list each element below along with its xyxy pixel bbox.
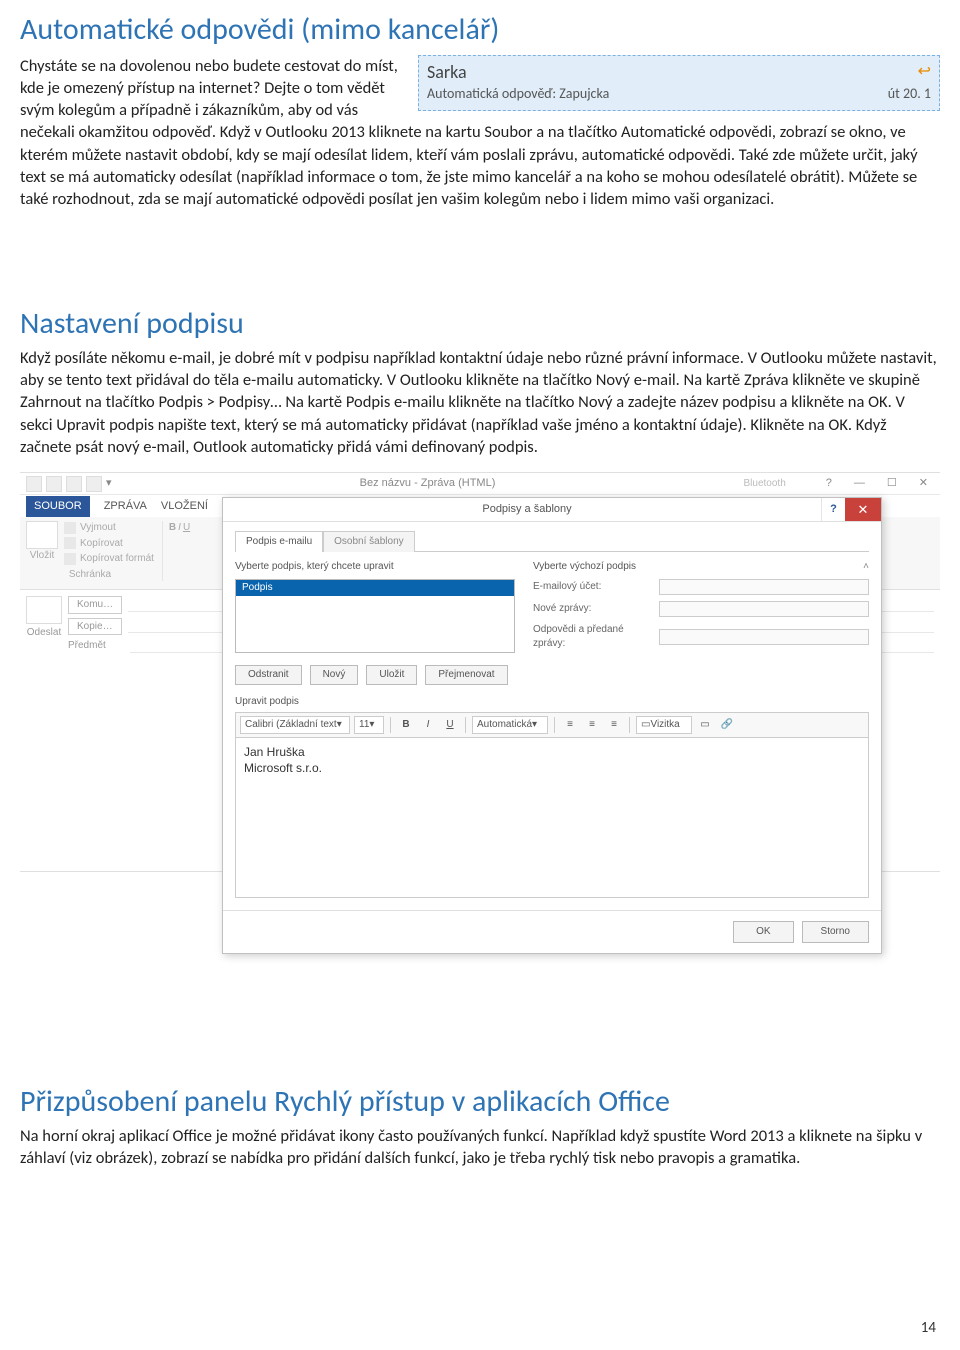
qat-icon[interactable] xyxy=(26,476,42,492)
replies-label: Odpovědi a předané zprávy: xyxy=(533,623,653,650)
dialog-title: Podpisy a šablony xyxy=(233,502,821,517)
qat-icon[interactable] xyxy=(86,476,102,492)
font-size-select[interactable]: 11 ▾ xyxy=(354,716,384,734)
business-card-button[interactable]: ▭ Vizitka xyxy=(636,716,692,734)
account-label: E-mailový účet: xyxy=(533,580,653,594)
link-icon[interactable]: 🔗 xyxy=(718,716,736,734)
align-center-icon[interactable]: ≡ xyxy=(583,716,601,734)
toast-date: út 20. 1 xyxy=(888,85,931,104)
to-button[interactable]: Komu… xyxy=(68,596,122,614)
signature-editor[interactable]: Jan Hruška Microsoft s.r.o. xyxy=(235,738,869,898)
color-select[interactable]: Automatická ▾ xyxy=(472,716,548,734)
copy-label: Kopírovat xyxy=(80,537,123,551)
delete-button[interactable]: Odstranit xyxy=(235,665,302,685)
tab-message[interactable]: ZPRÁVA xyxy=(104,499,147,514)
close-icon[interactable]: ✕ xyxy=(919,476,928,491)
image-icon[interactable]: ▭ xyxy=(696,716,714,734)
cut-label: Vyjmout xyxy=(80,521,116,535)
signature-listbox[interactable]: Podpis xyxy=(235,579,515,653)
chevron-up-icon[interactable]: ˄ xyxy=(863,560,869,574)
tab-file[interactable]: SOUBOR xyxy=(26,496,90,517)
section2-body: Když posíláte někomu e-mail, je dobré mí… xyxy=(20,347,940,458)
signature-line: Jan Hruška xyxy=(244,744,860,760)
replies-select[interactable] xyxy=(659,629,869,645)
editor-toolbar: Calibri (Základní text ▾ 11 ▾ B I U Auto… xyxy=(235,712,869,738)
notification-toast: Sarka ↩ Automatická odpověď: Zapujcka út… xyxy=(418,55,940,111)
help-icon[interactable]: ? xyxy=(826,476,832,491)
toast-sender: Sarka xyxy=(427,60,918,84)
save-button[interactable]: Uložit xyxy=(366,665,417,685)
signature-list-item[interactable]: Podpis xyxy=(236,580,514,596)
send-label: Odeslat xyxy=(27,626,61,640)
select-signature-label: Vyberte podpis, který chcete upravit xyxy=(235,560,515,574)
quick-access-toolbar: ▾ xyxy=(20,476,112,492)
heading-auto-replies: Automatické odpovědi (mimo kancelář) xyxy=(20,10,940,51)
cc-button[interactable]: Kopie… xyxy=(68,618,122,636)
copy-icon[interactable] xyxy=(64,537,76,549)
edit-signature-label: Upravit podpis xyxy=(235,695,869,709)
account-select[interactable] xyxy=(659,579,869,595)
paste-label: Vložit xyxy=(30,549,54,563)
rename-button[interactable]: Přejmenovat xyxy=(425,665,507,685)
heading-signature: Nastavení podpisu xyxy=(20,304,940,345)
font-select[interactable]: Calibri (Základní text ▾ xyxy=(240,716,350,734)
subject-label: Předmět xyxy=(68,639,124,653)
cancel-button[interactable]: Storno xyxy=(802,921,869,943)
bold-button[interactable]: B xyxy=(397,716,415,734)
align-left-icon[interactable]: ≡ xyxy=(561,716,579,734)
maximize-icon[interactable]: ☐ xyxy=(887,476,897,491)
reply-arrow-icon: ↩ xyxy=(918,61,931,83)
window-title: Bez názvu - Zpráva (HTML) xyxy=(112,476,744,491)
align-right-icon[interactable]: ≡ xyxy=(605,716,623,734)
tab-email-signature[interactable]: Podpis e-mailu xyxy=(235,531,323,552)
window-hint: Bluetooth xyxy=(744,477,786,491)
default-signature-label: Vyberte výchozí podpis xyxy=(533,560,863,574)
italic-button[interactable]: I xyxy=(178,521,181,535)
send-icon[interactable] xyxy=(26,596,62,624)
close-button[interactable]: ✕ xyxy=(845,498,881,521)
italic-button[interactable]: I xyxy=(419,716,437,734)
help-button[interactable]: ? xyxy=(821,498,845,521)
page-number: 14 xyxy=(921,1318,936,1338)
tab-insert[interactable]: VLOŽENÍ xyxy=(161,499,208,514)
qat-icon[interactable] xyxy=(66,476,82,492)
format-painter-label: Kopírovat formát xyxy=(80,552,154,566)
qat-icon[interactable] xyxy=(46,476,62,492)
signature-line: Microsoft s.r.o. xyxy=(244,760,860,776)
bold-button[interactable]: B xyxy=(169,521,176,535)
new-messages-select[interactable] xyxy=(659,601,869,617)
heading-qat: Přizpůsobení panelu Rychlý přístup v apl… xyxy=(20,1082,940,1123)
clipboard-group-label: Schránka xyxy=(26,568,154,582)
toast-subject: Automatická odpověď: Zapujcka xyxy=(427,85,888,104)
new-messages-label: Nové zprávy: xyxy=(533,602,653,616)
ok-button[interactable]: OK xyxy=(733,921,793,943)
format-painter-icon[interactable] xyxy=(64,553,76,565)
tab-personal-templates[interactable]: Osobní šablony xyxy=(323,531,415,552)
paste-icon[interactable] xyxy=(26,521,58,549)
signatures-dialog: Podpisy a šablony ? ✕ Podpis e-mailu Oso… xyxy=(222,497,882,954)
new-button[interactable]: Nový xyxy=(310,665,359,685)
cut-icon[interactable] xyxy=(64,522,76,534)
outlook-screenshot: ▾ Bez názvu - Zpráva (HTML) Bluetooth ? … xyxy=(20,472,940,872)
underline-button[interactable]: U xyxy=(441,716,459,734)
section3-body: Na horní okraj aplikací Office je možné … xyxy=(20,1125,940,1170)
minimize-icon[interactable]: — xyxy=(854,476,865,491)
underline-button[interactable]: U xyxy=(183,521,190,535)
